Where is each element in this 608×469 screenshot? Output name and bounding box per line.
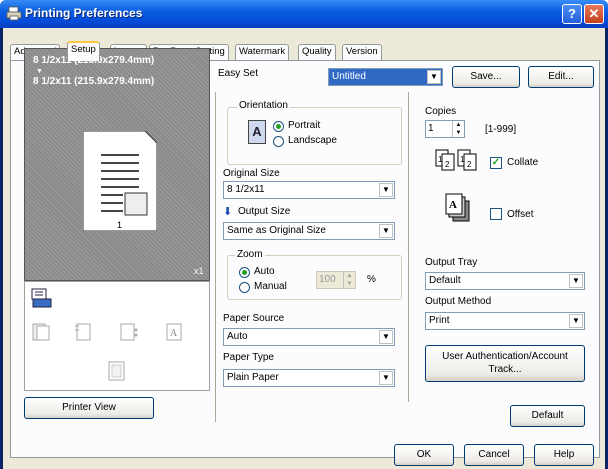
collate-checkbox[interactable]: ✓ (490, 157, 502, 169)
svg-text:1: 1 (460, 155, 465, 164)
tab-version[interactable]: Version (342, 44, 382, 60)
output-method-combo[interactable]: Print ▼ (425, 312, 585, 330)
edit-button[interactable]: Edit... (528, 66, 594, 88)
printing-preferences-window: Printing Preferences ? ✕ Advanced Setup … (0, 0, 608, 469)
page-preview-icon: 1 (83, 131, 157, 231)
output-tray-value: Default (429, 275, 461, 286)
offset-label: Offset (507, 209, 534, 220)
spin-arrows-icon[interactable]: ▲ ▼ (343, 272, 355, 288)
zoom-auto-label: Auto (254, 266, 275, 277)
help-title-button[interactable]: ? (562, 4, 582, 24)
user-auth-line2: Track... (488, 364, 522, 375)
paper-type-label: Paper Type (223, 352, 274, 363)
output-method-label: Output Method (425, 296, 492, 307)
original-size-combo[interactable]: 8 1/2x11 ▼ (223, 181, 395, 199)
easy-set-value: Untitled (332, 71, 366, 82)
chevron-down-icon[interactable]: ▼ (379, 224, 393, 238)
arrow-down-icon: ⬇ (223, 206, 233, 218)
printer-icon (6, 6, 22, 21)
svg-text:1: 1 (438, 155, 443, 164)
ok-button[interactable]: OK (394, 444, 454, 466)
spin-arrows-icon[interactable]: ▲ ▼ (452, 121, 464, 137)
chevron-down-icon[interactable]: ▼ (569, 314, 583, 328)
orientation-label: Orientation (237, 100, 290, 111)
section-divider (215, 92, 216, 422)
close-button[interactable]: ✕ (584, 4, 604, 24)
chevron-down-icon[interactable]: ▼ (427, 70, 441, 84)
chevron-down-icon[interactable]: ▼ (379, 330, 393, 344)
zoom-value: 100 (319, 274, 336, 285)
printer-output-icon (31, 288, 52, 308)
punch-icon (120, 323, 138, 341)
duplex-icon (32, 323, 50, 341)
paper-source-combo[interactable]: Auto ▼ (223, 328, 395, 346)
tab-watermark[interactable]: Watermark (235, 44, 290, 60)
output-tray-label: Output Tray (425, 257, 478, 268)
zoom-manual-label: Manual (254, 281, 287, 292)
zoom-label: Zoom (235, 249, 265, 260)
svg-text:A: A (449, 199, 457, 211)
title-bar[interactable]: Printing Preferences ? ✕ (0, 0, 608, 28)
offset-icon: A (445, 193, 470, 222)
output-tray-combo[interactable]: Default ▼ (425, 272, 585, 290)
user-authentication-button[interactable]: User Authentication/Account Track... (425, 345, 585, 382)
copies-stepper[interactable]: 1 ▲ ▼ (425, 120, 465, 138)
svg-text:2: 2 (445, 160, 450, 169)
watermark-page-icon (108, 361, 125, 381)
default-button[interactable]: Default (510, 405, 585, 427)
portrait-label: Portrait (288, 120, 321, 131)
original-size-label: Original Size (223, 168, 280, 179)
save-button[interactable]: Save... (452, 66, 520, 88)
preview-arrow-icon: ▼ (36, 68, 43, 75)
paper-type-combo[interactable]: Plain Paper ▼ (223, 369, 395, 387)
window-title: Printing Preferences (25, 6, 143, 20)
output-method-value: Print (429, 315, 450, 326)
zoom-manual-radio[interactable] (239, 282, 250, 293)
option-icons-panel: A (24, 281, 210, 391)
text-page-icon: A (166, 323, 182, 341)
preview-copies-mark: x1 (194, 266, 204, 276)
offset-checkbox[interactable] (490, 208, 502, 220)
output-size-label: Output Size (238, 206, 291, 217)
copies-range: [1-999] (485, 124, 517, 135)
section-divider (408, 92, 409, 402)
chevron-down-icon[interactable]: ▼ (379, 371, 393, 385)
collate-label: Collate (507, 157, 539, 168)
preview-output-size: 8 1/2x11 (215.9x279.4mm) (33, 76, 155, 87)
dialog-client-area: Advanced Setup Layout Per Page Setting W… (3, 28, 605, 469)
zoom-unit: % (367, 274, 376, 285)
zoom-value-stepper[interactable]: 100 ▲ ▼ (316, 271, 356, 289)
printer-view-button[interactable]: Printer View (24, 397, 154, 419)
user-auth-line1: User Authentication/Account (442, 351, 568, 362)
staple-icon (75, 323, 91, 341)
cancel-button[interactable]: Cancel (464, 444, 524, 466)
chevron-down-icon[interactable]: ▼ (569, 274, 583, 288)
copies-label: Copies (425, 106, 457, 117)
tab-quality[interactable]: Quality (298, 44, 336, 60)
output-size-value: Same as Original Size (227, 225, 326, 236)
paper-source-value: Auto (227, 331, 248, 342)
landscape-radio[interactable] (273, 136, 284, 147)
svg-text:A: A (170, 328, 178, 339)
svg-text:2: 2 (467, 160, 472, 169)
original-size-value: 8 1/2x11 (227, 184, 265, 195)
svg-text:1: 1 (117, 220, 122, 230)
help-button[interactable]: Help (534, 444, 594, 466)
easy-set-label: Easy Set (218, 68, 259, 79)
portrait-page-icon: A (248, 120, 266, 144)
output-size-combo[interactable]: Same as Original Size ▼ (223, 222, 395, 240)
zoom-auto-radio[interactable] (239, 267, 250, 278)
copies-value: 1 (428, 123, 434, 134)
paper-type-value: Plain Paper (227, 372, 279, 383)
landscape-label: Landscape (288, 135, 337, 146)
chevron-down-icon[interactable]: ▼ (379, 183, 393, 197)
easy-set-combo[interactable]: Untitled ▼ (328, 68, 443, 86)
paper-source-label: Paper Source (223, 313, 285, 324)
portrait-radio[interactable] (273, 121, 284, 132)
tab-setup[interactable]: Setup (67, 41, 100, 61)
collate-icon: 12 12 (435, 149, 477, 171)
